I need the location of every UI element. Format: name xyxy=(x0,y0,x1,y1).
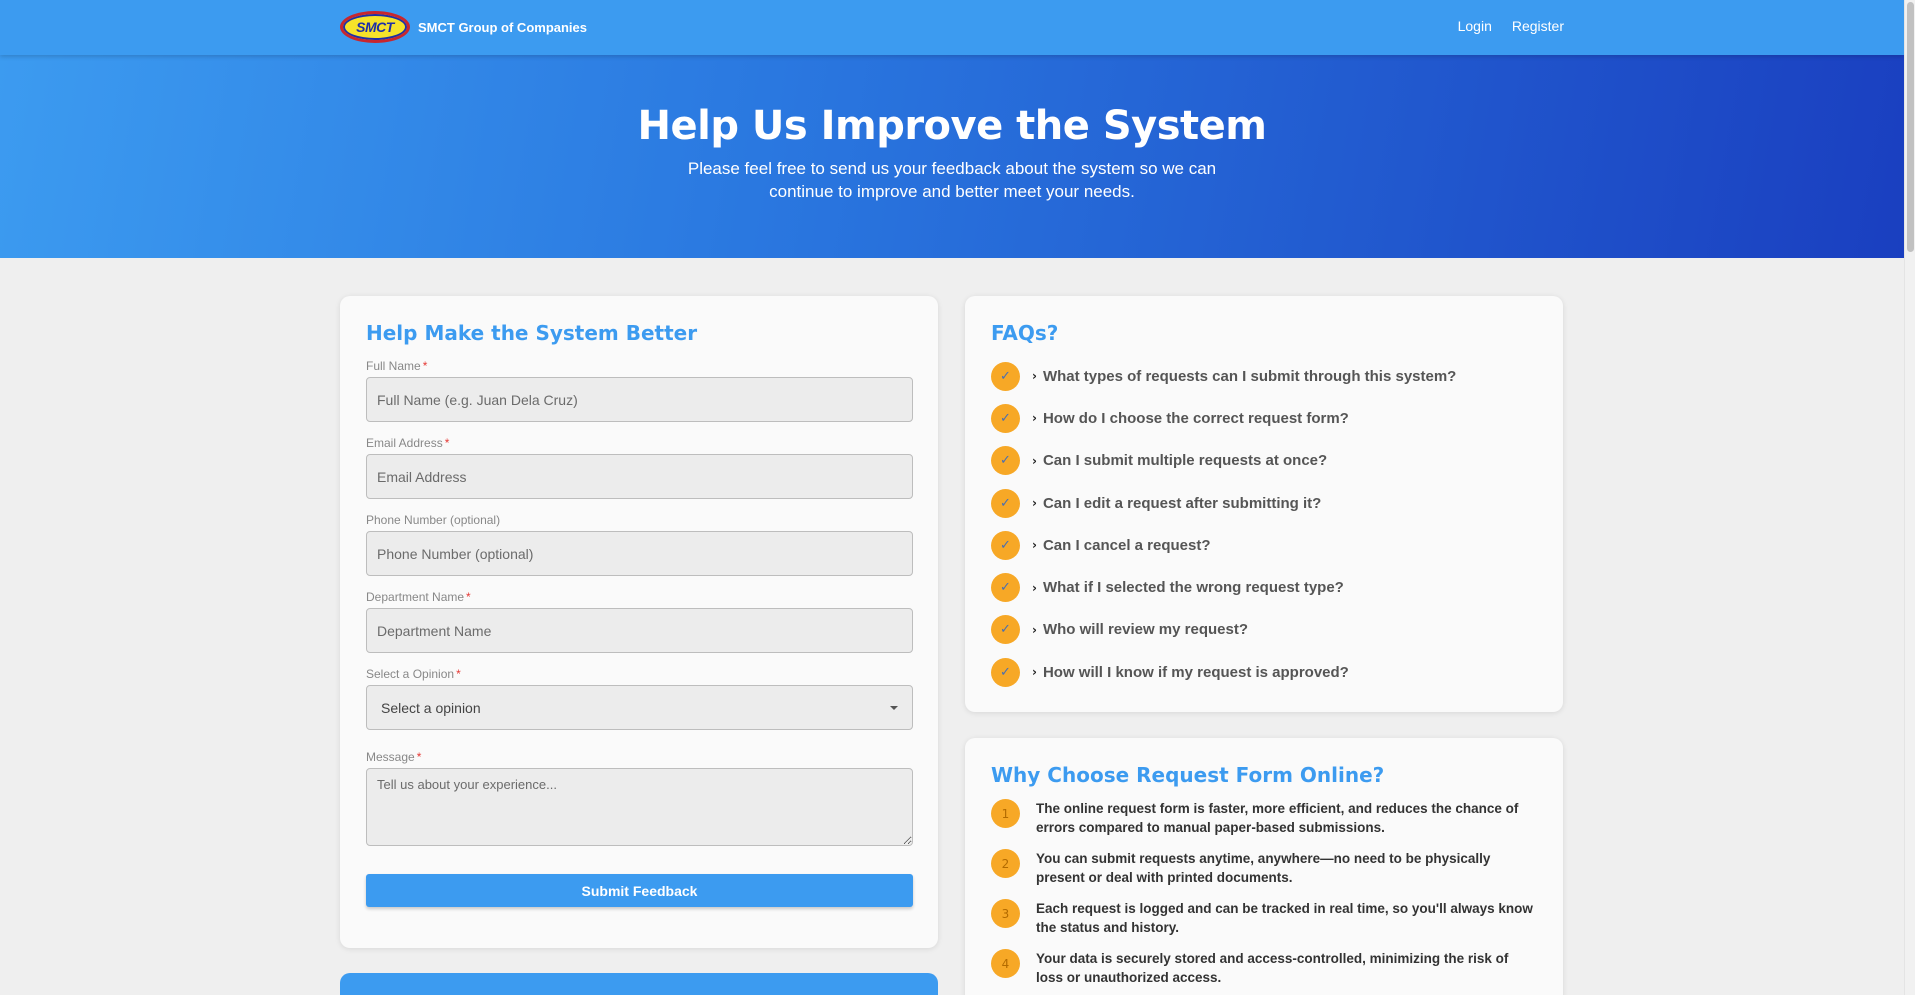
chevron-right-icon: › xyxy=(1032,453,1037,468)
faq-item[interactable]: ✓ › Can I submit multiple requests at on… xyxy=(991,440,1537,482)
chevron-right-icon: › xyxy=(1032,580,1037,595)
email-label: Email Address * xyxy=(366,436,912,450)
why-list: 1 The online request form is faster, mor… xyxy=(991,799,1537,987)
faq-question: Can I cancel a request? xyxy=(1042,536,1211,554)
navbar: SMCT SMCT Group of Companies Login Regis… xyxy=(0,0,1904,55)
check-icon: ✓ xyxy=(991,446,1020,476)
full-name-input[interactable] xyxy=(366,377,913,422)
message-textarea[interactable] xyxy=(366,768,913,846)
faq-question: What types of requests can I submit thro… xyxy=(1042,367,1457,385)
why-text: The online request form is faster, more … xyxy=(1036,801,1519,835)
department-label-text: Department Name xyxy=(366,590,465,604)
phone-label-text: Phone Number (optional) xyxy=(366,513,501,527)
faq-item[interactable]: ✓ › Can I cancel a request? xyxy=(991,524,1537,566)
required-mark: * xyxy=(466,590,471,604)
submit-feedback-button[interactable]: Submit Feedback xyxy=(366,874,913,907)
email-input[interactable] xyxy=(366,454,913,499)
chevron-right-icon: › xyxy=(1032,411,1037,426)
phone-label: Phone Number (optional) xyxy=(366,513,912,527)
check-icon: ✓ xyxy=(991,361,1020,391)
check-icon: ✓ xyxy=(991,657,1020,687)
required-mark: * xyxy=(444,436,450,450)
faq-item[interactable]: ✓ › Who will review my request? xyxy=(991,609,1537,651)
faq-item[interactable]: ✓ › How do I choose the correct request … xyxy=(991,397,1537,439)
caret-down-icon xyxy=(890,705,898,710)
faq-question: Can I edit a request after submitting it… xyxy=(1042,494,1322,512)
chevron-right-icon: › xyxy=(1032,369,1037,384)
faq-question: How will I know if my request is approve… xyxy=(1042,663,1349,681)
page-scrollbar[interactable] xyxy=(1904,0,1915,995)
email-label-text: Email Address xyxy=(366,436,443,450)
check-icon: ✓ xyxy=(991,615,1020,645)
required-mark: * xyxy=(416,750,422,764)
opinion-label-text: Select a Opinion xyxy=(366,667,455,681)
number-badge: 1 xyxy=(991,799,1020,828)
department-label: Department Name * xyxy=(366,590,912,604)
blue-card xyxy=(340,973,938,995)
faq-question: Can I submit multiple requests at once? xyxy=(1042,452,1328,470)
faq-title: FAQs? xyxy=(991,321,1059,345)
feedback-form-card: Help Make the System Better Full Name* E… xyxy=(340,296,938,948)
number-badge: 3 xyxy=(991,899,1020,928)
page: SMCT SMCT Group of Companies Login Regis… xyxy=(0,0,1904,995)
why-item: 3 Each request is logged and can be trac… xyxy=(991,899,1537,937)
brand-name: SMCT Group of Companies xyxy=(418,19,587,35)
logo-text: SMCT xyxy=(356,19,394,35)
brand-link[interactable]: SMCT SMCT Group of Companies xyxy=(340,11,587,43)
faq-item[interactable]: ✓ › How will I know if my request is app… xyxy=(991,651,1537,693)
required-mark: * xyxy=(422,359,428,373)
message-label-text: Message xyxy=(366,750,415,764)
form-title: Help Make the System Better xyxy=(366,321,698,345)
message-label: Message * xyxy=(366,750,912,764)
why-text: Each request is logged and can be tracke… xyxy=(1036,901,1533,935)
hero-banner: Help Us Improve the System Please feel f… xyxy=(0,55,1904,258)
why-item: 1 The online request form is faster, mor… xyxy=(991,799,1537,837)
faq-question: Who will review my request? xyxy=(1042,621,1249,639)
hero-title: Help Us Improve the System xyxy=(637,103,1267,149)
check-icon: ✓ xyxy=(991,573,1020,603)
register-link[interactable]: Register xyxy=(1512,18,1564,34)
full-name-label-text: Full Name xyxy=(366,359,421,373)
check-icon: ✓ xyxy=(991,403,1020,433)
chevron-right-icon: › xyxy=(1032,496,1037,511)
opinion-label: Select a Opinion * xyxy=(366,667,912,681)
why-item: 2 You can submit requests anytime, anywh… xyxy=(991,849,1537,887)
number-badge: 2 xyxy=(991,849,1020,878)
required-mark: * xyxy=(456,667,461,681)
faq-question: What if I selected the wrong request typ… xyxy=(1042,579,1344,597)
smct-logo: SMCT xyxy=(340,11,410,43)
faq-card: FAQs? ✓ › What types of requests can I s… xyxy=(965,296,1563,712)
faq-list: ✓ › What types of requests can I submit … xyxy=(991,355,1537,693)
nav-links: Login Register xyxy=(1458,18,1564,34)
faq-item[interactable]: ✓ › What types of requests can I submit … xyxy=(991,355,1537,397)
why-choose-card: Why Choose Request Form Online? 1 The on… xyxy=(965,738,1563,995)
check-icon: ✓ xyxy=(991,488,1020,518)
why-text: You can submit requests anytime, anywher… xyxy=(1036,851,1491,885)
chevron-right-icon: › xyxy=(1032,665,1037,680)
faq-item[interactable]: ✓ › What if I selected the wrong request… xyxy=(991,566,1537,608)
full-name-label: Full Name * xyxy=(366,359,912,373)
why-title: Why Choose Request Form Online? xyxy=(991,763,1385,787)
why-item: 4 Your data is securely stored and acces… xyxy=(991,949,1537,987)
chevron-right-icon: › xyxy=(1032,538,1037,553)
check-icon: ✓ xyxy=(991,530,1020,560)
faq-question: How do I choose the correct request form… xyxy=(1042,409,1349,427)
phone-input[interactable] xyxy=(366,531,913,576)
number-badge: 4 xyxy=(991,949,1020,978)
scrollbar-thumb[interactable] xyxy=(1907,2,1914,252)
faq-item[interactable]: ✓ › Can I edit a request after submittin… xyxy=(991,482,1537,524)
login-link[interactable]: Login xyxy=(1458,18,1492,34)
chevron-right-icon: › xyxy=(1032,622,1037,637)
why-text: Your data is securely stored and access-… xyxy=(1036,951,1509,985)
hero-subtitle: Please feel free to send us your feedbac… xyxy=(687,159,1217,201)
opinion-select[interactable]: Select a opinion xyxy=(366,685,913,730)
department-input[interactable] xyxy=(366,608,913,653)
opinion-selected-value: Select a opinion xyxy=(381,699,481,716)
